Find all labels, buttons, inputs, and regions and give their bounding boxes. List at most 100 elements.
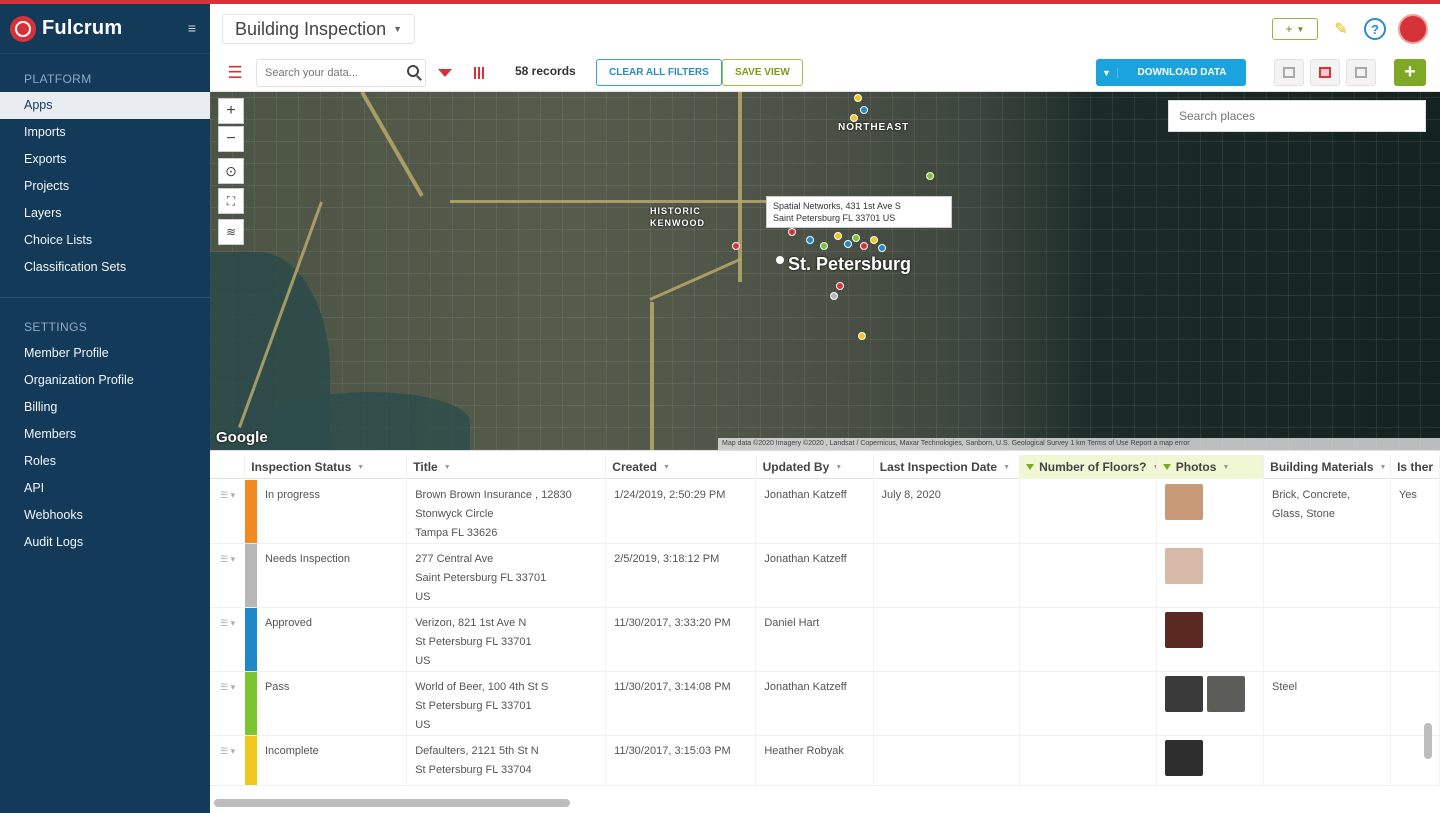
- updated-by-cell: Jonathan Katzeff: [756, 544, 874, 607]
- table-view-button[interactable]: [1346, 59, 1376, 86]
- collapse-sidebar-icon[interactable]: ≡: [188, 20, 196, 36]
- column-header[interactable]: Title ▼: [407, 455, 607, 479]
- record-marker[interactable]: [776, 256, 784, 264]
- add-dropdown-button[interactable]: + ▼: [1272, 18, 1318, 40]
- sidebar-item-classification-sets[interactable]: Classification Sets: [0, 254, 210, 281]
- record-marker[interactable]: [806, 236, 814, 244]
- sidebar-item-imports[interactable]: Imports: [0, 119, 210, 146]
- table-row[interactable]: ☰ ▾ In progress Brown Brown Insurance , 12…: [210, 480, 1440, 544]
- column-header[interactable]: Number of Floors?▼: [1020, 455, 1157, 479]
- column-header[interactable]: Is ther: [1391, 455, 1440, 479]
- photo-thumbnail[interactable]: [1164, 612, 1203, 648]
- sort-caret-icon[interactable]: ▼: [1003, 464, 1010, 471]
- download-data-label: DOWNLOAD DATA: [1137, 67, 1227, 78]
- sidebar-item-projects[interactable]: Projects: [0, 173, 210, 200]
- help-icon[interactable]: ?: [1364, 18, 1386, 40]
- sidebar-item-audit-logs[interactable]: Audit Logs: [0, 529, 210, 556]
- map-view-button[interactable]: [1274, 59, 1304, 86]
- locate-icon[interactable]: ⊙: [218, 158, 244, 184]
- map-view-icon: [1283, 67, 1295, 78]
- sort-caret-icon[interactable]: ▼: [1380, 464, 1387, 471]
- horizontal-scrollbar[interactable]: [214, 799, 570, 807]
- sort-caret-icon[interactable]: ▼: [1222, 464, 1229, 471]
- table-row[interactable]: ☰ ▾ Approved Verizon, 821 1st Ave N St Pete…: [210, 608, 1440, 672]
- search-places-input[interactable]: [1169, 101, 1425, 131]
- filter-icon[interactable]: [434, 62, 456, 84]
- row-menu-icon[interactable]: ☰ ▾: [210, 544, 245, 607]
- split-view-icon: [1319, 67, 1331, 78]
- record-marker[interactable]: [852, 234, 860, 242]
- photo-thumbnail[interactable]: [1164, 740, 1203, 776]
- record-marker[interactable]: [820, 242, 828, 250]
- title-cell: Verizon, 821 1st Ave N St Petersburg FL 3…: [407, 608, 607, 671]
- sidebar-item-exports[interactable]: Exports: [0, 146, 210, 173]
- layers-icon[interactable]: ≋: [218, 219, 244, 245]
- split-view-button[interactable]: [1310, 59, 1340, 86]
- search-icon[interactable]: [407, 65, 419, 77]
- column-header[interactable]: Last Inspection Date ▼: [874, 455, 1021, 479]
- column-header[interactable]: Photos ▼: [1156, 455, 1265, 479]
- record-marker[interactable]: [870, 236, 878, 244]
- sort-caret-icon[interactable]: ▼: [357, 464, 364, 471]
- sort-caret-icon[interactable]: ▼: [835, 464, 842, 471]
- row-menu-icon[interactable]: ☰ ▾: [210, 480, 245, 543]
- record-marker[interactable]: [854, 94, 862, 102]
- record-marker[interactable]: [834, 232, 842, 240]
- column-header[interactable]: Inspection Status ▼: [245, 455, 408, 479]
- sidebar-item-member-profile[interactable]: Member Profile: [0, 340, 210, 367]
- record-marker[interactable]: [732, 242, 740, 250]
- sidebar-item-roles[interactable]: Roles: [0, 448, 210, 475]
- zoom-in-button[interactable]: +: [218, 98, 244, 124]
- new-record-button[interactable]: +: [1394, 59, 1426, 86]
- photo-thumbnail[interactable]: [1164, 484, 1203, 520]
- sidebar-item-members[interactable]: Members: [0, 421, 210, 448]
- table-row[interactable]: ☰ ▾ Pass World of Beer, 100 4th St S St Pet…: [210, 672, 1440, 736]
- table-row[interactable]: ☰ ▾ Incomplete Defaulters, 2121 5th St N St…: [210, 736, 1440, 786]
- record-marker[interactable]: [788, 228, 796, 236]
- row-menu-icon[interactable]: ☰ ▾: [210, 608, 245, 671]
- fit-bounds-icon[interactable]: ⛶: [218, 188, 244, 214]
- sidebar-item-layers[interactable]: Layers: [0, 200, 210, 227]
- record-marker[interactable]: [858, 332, 866, 340]
- photo-thumbnail[interactable]: [1206, 676, 1245, 712]
- chevron-down-icon[interactable]: ▼: [1096, 67, 1118, 78]
- save-view-button[interactable]: SAVE VIEW: [722, 59, 803, 86]
- column-header[interactable]: Updated By ▼: [757, 455, 874, 479]
- zoom-out-button[interactable]: −: [218, 126, 244, 152]
- record-marker[interactable]: [830, 292, 838, 300]
- column-header[interactable]: Building Materials ▼: [1264, 455, 1392, 479]
- map[interactable]: + − ⊙ ⛶ ≋ Spatial Networks, 431 1st Ave …: [210, 92, 1440, 450]
- table-row[interactable]: ☰ ▾ Needs Inspection 277 Central Ave Saint …: [210, 544, 1440, 608]
- sidebar-item-webhooks[interactable]: Webhooks: [0, 502, 210, 529]
- list-menu-icon[interactable]: ☰: [224, 62, 246, 84]
- row-menu-icon[interactable]: ☰ ▾: [210, 736, 245, 785]
- vertical-scrollbar[interactable]: [1424, 723, 1432, 759]
- brand[interactable]: Fulcrum ≡: [0, 4, 210, 54]
- photo-thumbnail[interactable]: [1164, 548, 1203, 584]
- record-marker[interactable]: [878, 244, 886, 252]
- sidebar-item-organization-profile[interactable]: Organization Profile: [0, 367, 210, 394]
- record-marker[interactable]: [844, 240, 852, 248]
- sidebar-item-apps[interactable]: Apps: [0, 92, 210, 119]
- avatar[interactable]: [1398, 14, 1428, 44]
- app-selector[interactable]: Building Inspection ▼: [222, 14, 416, 44]
- announcements-icon[interactable]: ✎: [1330, 18, 1352, 40]
- sidebar-item-api[interactable]: API: [0, 475, 210, 502]
- column-header[interactable]: Created ▼: [606, 455, 757, 479]
- sort-caret-icon[interactable]: ▼: [663, 464, 670, 471]
- columns-icon[interactable]: [468, 62, 490, 84]
- sidebar-item-billing[interactable]: Billing: [0, 394, 210, 421]
- record-marker[interactable]: [860, 106, 868, 114]
- record-marker[interactable]: [836, 282, 844, 290]
- row-menu-icon[interactable]: ☰ ▾: [210, 672, 245, 735]
- sort-caret-icon[interactable]: ▼: [444, 464, 451, 471]
- search-input[interactable]: [257, 60, 397, 86]
- record-marker[interactable]: [926, 172, 934, 180]
- record-marker[interactable]: [860, 242, 868, 250]
- is-there-cell: Yes: [1391, 480, 1440, 543]
- photo-thumbnail[interactable]: [1164, 676, 1203, 712]
- clear-all-filters-button[interactable]: CLEAR ALL FILTERS: [596, 59, 722, 86]
- sidebar-item-choice-lists[interactable]: Choice Lists: [0, 227, 210, 254]
- download-data-button[interactable]: ▼ DOWNLOAD DATA: [1096, 59, 1246, 86]
- record-marker[interactable]: [850, 114, 858, 122]
